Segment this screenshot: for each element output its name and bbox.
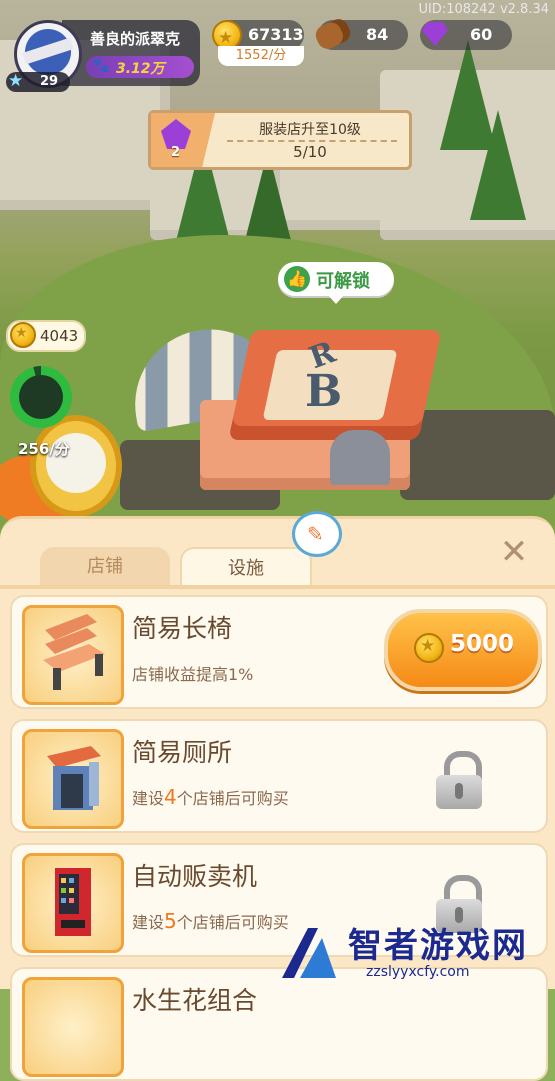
tab-facility[interactable]: 设施 xyxy=(180,547,312,589)
item-requirement: 建设5个店铺后可购买 xyxy=(132,909,289,933)
unlock-label: 可解锁 xyxy=(316,271,370,292)
vending-machine-icon xyxy=(55,868,91,936)
locked-shop-building[interactable]: R B xyxy=(200,330,442,490)
quest-reward-count: 2 xyxy=(171,145,181,160)
watermark-url: zzslyyxcfy.com xyxy=(366,964,470,980)
wood-counter[interactable]: 84 xyxy=(312,15,408,53)
toilet-icon xyxy=(47,746,101,810)
purple-gem-icon xyxy=(422,22,448,46)
item-name: 简易厕所 xyxy=(132,738,233,767)
player-level: 29 xyxy=(40,74,59,89)
clock-decoration xyxy=(30,415,122,517)
bench-thumbnail xyxy=(22,605,124,705)
gem-amount: 60 xyxy=(470,25,493,44)
quest-title: 服装店升至10级 xyxy=(259,122,361,138)
item-name: 自动贩卖机 xyxy=(132,862,258,891)
player-info-panel[interactable]: 善良的派翠克 🐾 3.12万 xyxy=(62,20,200,86)
watermark-title: 智者游戏网 xyxy=(348,926,528,966)
coin-icon: ★ xyxy=(414,633,444,663)
player-name: 善良的派翠克 xyxy=(90,30,181,48)
quest-reward-area: 2 xyxy=(151,113,215,167)
mascot-icon: ✎ xyxy=(292,511,342,557)
tab-divider xyxy=(0,585,555,589)
buy-price: 5000 xyxy=(450,631,515,657)
watermark-logo-icon xyxy=(282,928,336,978)
item-name: 简易长椅 xyxy=(132,614,233,643)
bench-icon xyxy=(43,614,105,690)
paw-icon: 🐾 xyxy=(92,58,110,74)
site-watermark: 智者游戏网 zzslyyxcfy.com xyxy=(278,918,555,986)
facility-card-toilet[interactable]: 简易厕所 建设4个店铺后可购买 xyxy=(10,719,548,833)
tree xyxy=(470,110,526,220)
close-button[interactable]: ✕ xyxy=(496,535,532,571)
income-rate: 256/分 xyxy=(18,440,70,458)
buy-button[interactable]: ★ 5000 xyxy=(384,609,542,691)
wood-amount: 84 xyxy=(366,25,389,44)
vending-thumbnail xyxy=(22,853,124,953)
income-bubble[interactable]: ★ 4043 xyxy=(6,320,86,352)
unlock-bubble[interactable]: 👍 可解锁 xyxy=(278,262,394,304)
quest-progress: 5/10 xyxy=(293,143,327,161)
fans-count: 3.12万 xyxy=(116,61,165,77)
quest-banner[interactable]: 2 服装店升至10级 5/10 xyxy=(148,110,412,170)
facility-card-bench[interactable]: 简易长椅 店铺收益提高1% ★ 5000 xyxy=(10,595,548,709)
uid-version-label: UID:108242 v2.8.34 xyxy=(418,2,549,17)
level-badge: ★ 29 xyxy=(6,71,70,92)
fans-badge: 🐾 3.12万 xyxy=(86,56,194,78)
quest-divider xyxy=(227,140,397,142)
star-icon: ★ xyxy=(8,71,24,91)
item-name: 水生花组合 xyxy=(132,986,258,1015)
lock-icon xyxy=(436,751,482,809)
item-description: 店铺收益提高1% xyxy=(132,665,254,684)
income-value: 4043 xyxy=(40,327,79,345)
gem-counter[interactable]: 60 xyxy=(420,20,512,50)
sign-letter-b: B xyxy=(305,366,343,417)
item-requirement: 建设4个店铺后可购买 xyxy=(132,785,289,809)
thumbs-up-icon: 👍 xyxy=(284,266,310,292)
income-timer-ring xyxy=(10,366,72,428)
coin-rate-label: 1552/分 xyxy=(218,46,304,66)
building-door xyxy=(330,430,390,485)
toilet-thumbnail xyxy=(22,729,124,829)
flowers-thumbnail xyxy=(22,977,124,1077)
coin-icon: ★ xyxy=(10,322,36,348)
tab-shop[interactable]: 店铺 xyxy=(40,547,170,587)
